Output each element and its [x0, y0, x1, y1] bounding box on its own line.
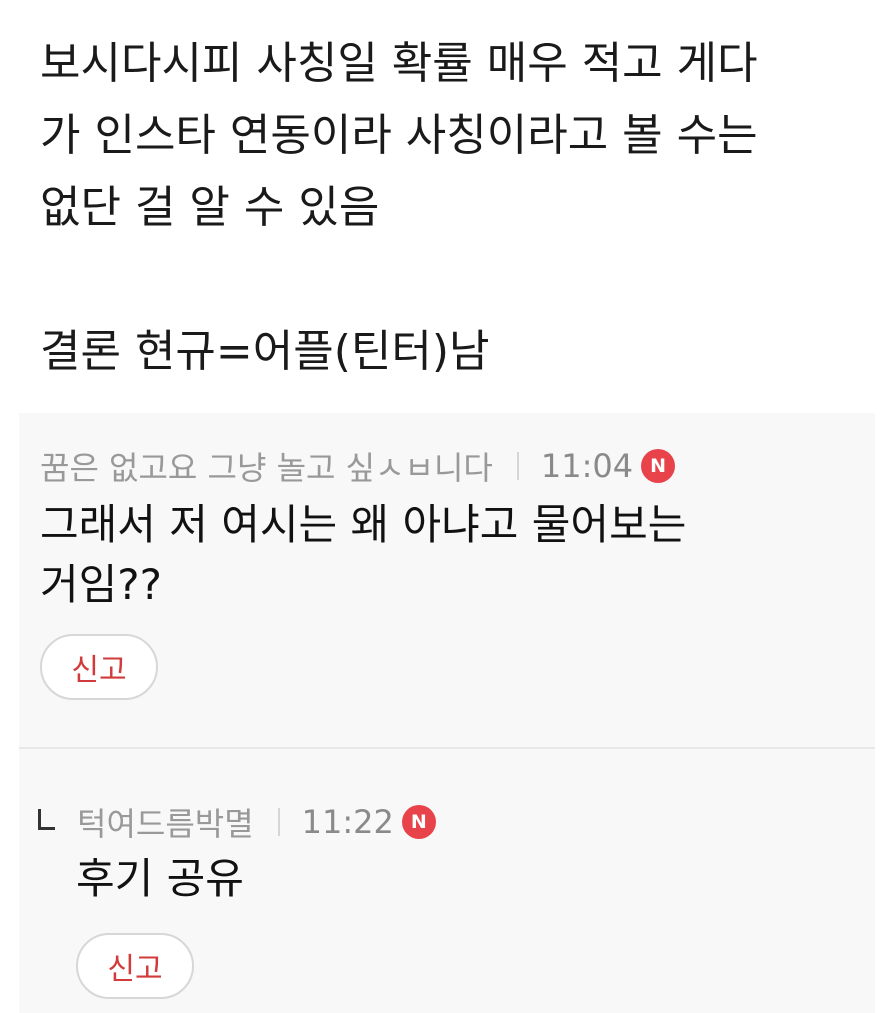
comment-text-line: 거임??: [40, 560, 162, 609]
meta-separator: [277, 808, 280, 836]
comment-text: 후기 공유: [76, 849, 244, 909]
meta-separator: [516, 452, 519, 480]
report-button[interactable]: 신고: [76, 933, 194, 999]
post-body: 보시다시피 사칭일 확률 매우 적고 게다 가 인스타 연동이라 사칭이라고 볼…: [40, 28, 860, 388]
report-button[interactable]: 신고: [40, 634, 158, 700]
post-text-line: 보시다시피 사칭일 확률 매우 적고 게다: [40, 38, 758, 89]
post-conclusion-line: 결론 현규=어플(틴터)남: [40, 326, 490, 377]
comment: 꿈은 없고요 그냥 놀고 싶ㅅㅂ니다 11:04 N 그래서 저 여시는 왜 아…: [19, 413, 875, 748]
reply-comment: 턱여드름박멸 11:22 N 후기 공유 신고: [19, 749, 875, 1013]
comment-time: 11:22: [301, 803, 394, 841]
new-badge-icon: N: [641, 449, 676, 483]
comment-author[interactable]: 꿈은 없고요 그냥 놀고 싶ㅅㅂ니다: [40, 443, 493, 489]
comment-time: 11:04: [540, 447, 634, 485]
comment-meta: 턱여드름박멸 11:22 N: [38, 799, 436, 845]
comment-text-line: 그래서 저 여시는 왜 아냐고 물어보는: [40, 500, 687, 549]
new-badge-icon: N: [401, 805, 436, 839]
reply-arrow-icon: [38, 808, 55, 830]
comment-author[interactable]: 턱여드름박멸: [77, 799, 254, 845]
post-text-line: 가 인스타 연동이라 사칭이라고 볼 수는: [40, 110, 758, 161]
comment-meta: 꿈은 없고요 그냥 놀고 싶ㅅㅂ니다 11:04 N: [40, 443, 676, 489]
comment-text: 그래서 저 여시는 왜 아냐고 물어보는 거임??: [40, 495, 686, 615]
comment-text-line: 후기 공유: [76, 854, 244, 903]
post-text-line: 없단 걸 알 수 있음: [40, 182, 380, 233]
